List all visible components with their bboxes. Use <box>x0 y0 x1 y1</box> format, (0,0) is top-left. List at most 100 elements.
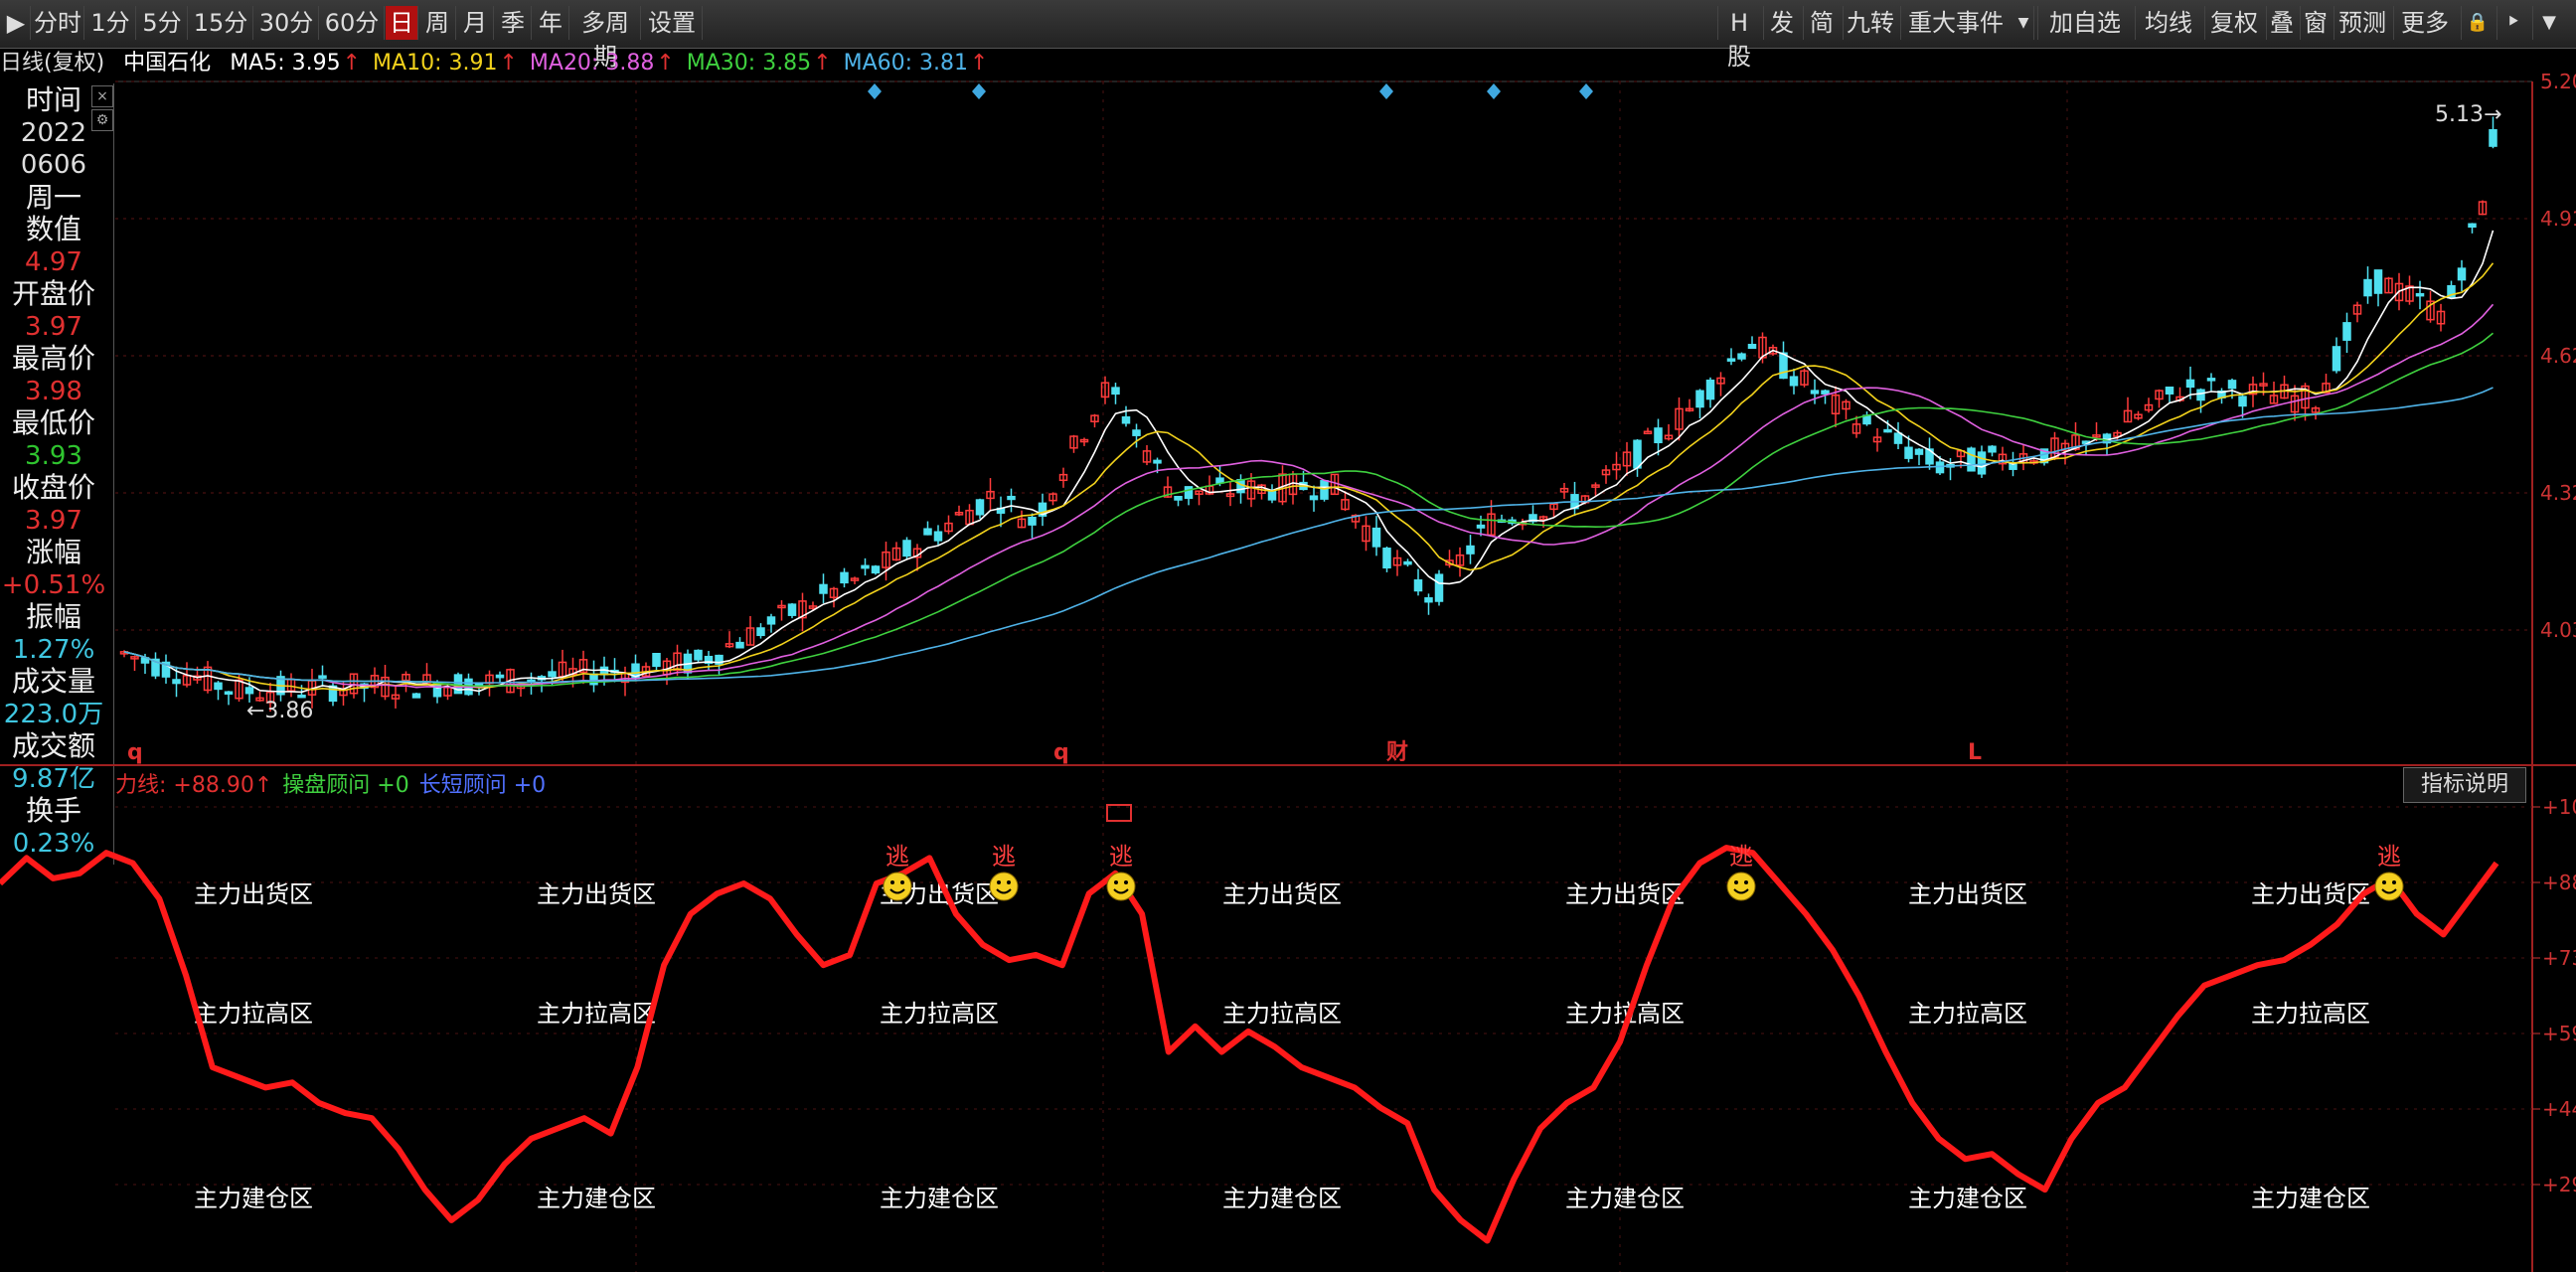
smiley-icon <box>989 872 1019 901</box>
candlestick <box>1893 432 1903 444</box>
zone-label-2: 主力建仓区 <box>194 1185 313 1212</box>
ma-line-10 <box>123 262 2495 692</box>
zone-label-1: 主力拉高区 <box>880 1000 999 1028</box>
smiley-icon <box>2374 872 2404 901</box>
indicator-tick-label: +73 <box>2542 946 2576 970</box>
candlestick <box>2185 379 2195 389</box>
price-tick-label: 4.62 <box>2540 344 2576 368</box>
candlestick <box>1695 390 1704 408</box>
candlestick <box>902 540 911 557</box>
candlestick <box>1007 495 1016 501</box>
candlestick <box>756 627 765 637</box>
candlestick <box>1121 415 1131 424</box>
candlestick <box>411 693 421 699</box>
kline-chart[interactable]: 5.20 4.91 4.62 4.32 4.03 5.13→ ←3.86 q q 财 L +103 +8… <box>0 0 2576 1272</box>
price-tick-label: 4.32 <box>2540 481 2576 505</box>
zone-label-2: 主力建仓区 <box>880 1185 999 1212</box>
smiley-eye <box>1744 880 1748 884</box>
event-diamond-icon <box>1379 83 1393 99</box>
candlestick <box>923 528 932 536</box>
indicator-value-0: 力线: +88.90↑ <box>115 773 273 798</box>
candlestick <box>172 679 181 685</box>
candlestick <box>1633 439 1642 469</box>
indicator-tick-label: +29 <box>2542 1173 2576 1196</box>
candlestick <box>1705 379 1715 400</box>
smiley-eye <box>2382 880 2386 884</box>
ma-line-60 <box>123 387 2494 685</box>
price-tick-label: 4.03 <box>2540 618 2576 642</box>
candlestick <box>1309 495 1319 501</box>
zone-label-1: 主力拉高区 <box>2251 1000 2370 1028</box>
candlestick <box>548 671 557 678</box>
candlestick <box>975 499 985 516</box>
zone-label-1: 主力拉高区 <box>194 1000 313 1028</box>
candlestick <box>1737 353 1746 360</box>
candlestick <box>1028 516 1037 526</box>
candlestick <box>2227 380 2237 390</box>
candlestick <box>1413 579 1423 592</box>
event-diamond-icon <box>1487 83 1501 99</box>
candlestick <box>1883 428 1892 433</box>
smiley-eye <box>1734 880 1738 884</box>
candlestick <box>214 682 223 691</box>
indicator-tick-label: +88 <box>2542 871 2576 894</box>
zone-label-0: 主力出货区 <box>194 880 313 908</box>
smiley-icon <box>883 872 912 901</box>
candlestick <box>224 691 234 695</box>
indicator-tick-label: +44 <box>2542 1097 2576 1121</box>
indicator-explain-button[interactable]: 指标说明 <box>2403 767 2526 803</box>
candlestick <box>1914 448 1924 455</box>
candlestick <box>787 603 797 616</box>
candlestick <box>1466 545 1475 555</box>
escape-signal-4: 逃 <box>2377 843 2401 871</box>
candlestick <box>1184 486 1194 500</box>
candlestick <box>2238 396 2247 407</box>
candlestick <box>1320 480 1329 500</box>
candlestick <box>1726 358 1736 362</box>
zone-label-2: 主力建仓区 <box>1908 1185 2027 1212</box>
indicator-tick-label: +103 <box>2542 795 2576 819</box>
candlestick <box>1810 390 1820 395</box>
candlestick <box>432 683 442 698</box>
candlestick <box>840 571 849 584</box>
escape-signal-1: 逃 <box>992 843 1016 871</box>
ma-line-5 <box>123 230 2495 694</box>
candlestick <box>1424 597 1433 603</box>
candlestick <box>589 673 598 686</box>
smiley-icon <box>1106 872 1136 901</box>
candlestick <box>1153 459 1162 464</box>
smiley-eye <box>997 880 1001 884</box>
candlestick <box>1654 427 1663 444</box>
candlestick <box>871 565 881 574</box>
candlestick <box>1382 548 1391 569</box>
smiley-eye <box>1124 880 1128 884</box>
zone-label-0: 主力出货区 <box>1222 880 1342 908</box>
candlestick <box>297 694 306 699</box>
candlestick <box>2332 346 2341 372</box>
candlestick <box>735 641 744 649</box>
zone-label-0: 主力出货区 <box>1565 880 1685 908</box>
candlestick <box>1434 573 1444 602</box>
event-marker-0: q <box>127 740 143 765</box>
candlestick <box>1789 376 1799 387</box>
candlestick <box>2342 322 2351 341</box>
event-marker-1: q <box>1053 740 1069 765</box>
candlestick <box>2468 223 2477 229</box>
candlestick <box>1988 445 1997 453</box>
candlestick <box>819 583 828 594</box>
event-diamond-icon <box>972 83 986 99</box>
zone-label-2: 主力建仓区 <box>1565 1185 1685 1212</box>
ma-line-30 <box>123 332 2495 688</box>
candlestick <box>1111 387 1120 396</box>
candlestick <box>1174 496 1183 501</box>
candlestick <box>1821 390 1830 395</box>
zone-label-2: 主力建仓区 <box>2251 1185 2370 1212</box>
candlestick <box>1215 477 1224 484</box>
candlestick <box>1935 461 1945 474</box>
candlestick <box>1132 429 1141 436</box>
candlestick <box>2457 267 2467 281</box>
candlestick <box>1779 352 1788 380</box>
escape-signal-2: 逃 <box>1109 843 1133 871</box>
high-price-label: 5.13→ <box>2435 102 2501 127</box>
indicator-value-2: 长短顾问 +0 <box>418 773 547 798</box>
